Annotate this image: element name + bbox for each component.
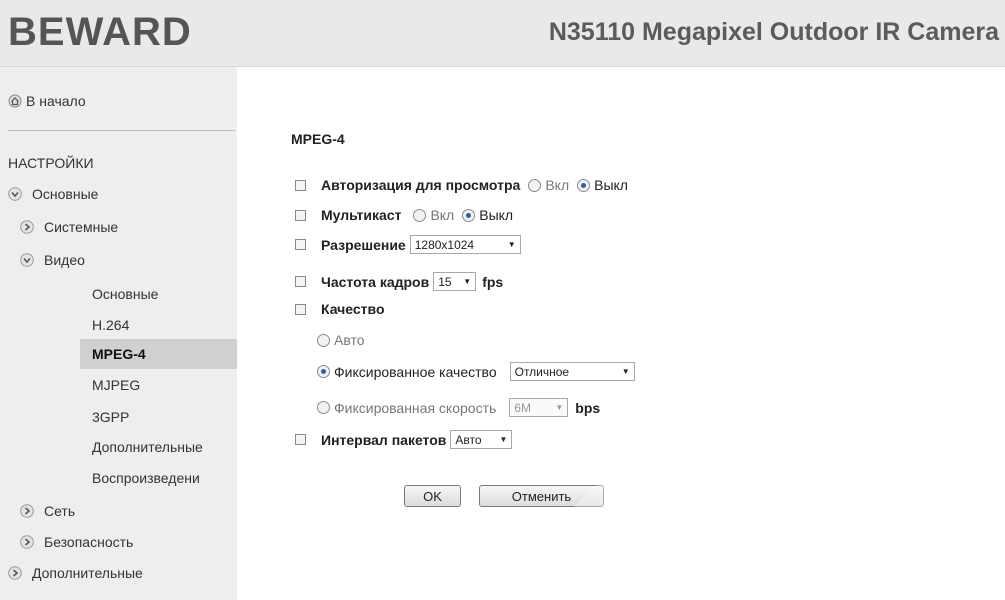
framerate-select[interactable]: 15 ▼ — [433, 272, 477, 291]
chevron-right-icon — [20, 220, 34, 234]
bullet-icon — [295, 179, 306, 191]
bullet-icon — [295, 434, 306, 445]
rate-fixed-label[interactable]: Фиксированная скорость — [334, 400, 496, 416]
resolution-label: Разрешение — [321, 236, 406, 253]
multicast-on-radio[interactable] — [413, 208, 427, 222]
sidebar-subitem-mjpeg[interactable]: MJPEG — [92, 377, 140, 393]
sidebar-item-label: Дополнительные — [32, 565, 143, 581]
quality-fixed-row: Фиксированное качество Отличное ▼ — [317, 362, 635, 381]
resolution-select[interactable]: 1280x1024 ▼ — [409, 235, 521, 254]
framerate-label: Частота кадров — [321, 273, 430, 290]
quality-label: Качество — [321, 301, 385, 317]
sidebar-subitem-mpeg4[interactable]: MPEG-4 — [92, 346, 146, 362]
chevron-down-icon — [8, 187, 22, 201]
framerate-row: Частота кадров 15 ▼ fps — [295, 272, 503, 291]
dropdown-arrow-icon: ▼ — [621, 367, 630, 376]
divider — [8, 130, 235, 131]
auth-off-label[interactable]: Выкл — [594, 177, 628, 193]
sidebar-item-video[interactable]: Видео — [20, 252, 85, 268]
chevron-right-icon — [20, 504, 34, 518]
rate-fixed-unit: bps — [575, 399, 601, 416]
chevron-right-icon — [8, 566, 22, 580]
multicast-off-label[interactable]: Выкл — [479, 207, 513, 223]
auth-label: Авторизация для просмотра — [321, 177, 521, 193]
quality-auto-radio[interactable] — [317, 333, 330, 347]
multicast-on-label[interactable]: Вкл — [430, 207, 454, 223]
chevron-right-icon — [20, 535, 34, 549]
multicast-label: Мультикаст — [321, 207, 402, 223]
settings-section-title: НАСТРОЙКИ — [8, 155, 94, 171]
dropdown-arrow-icon: ▼ — [499, 435, 508, 444]
quality-fixed-radio[interactable] — [317, 365, 330, 378]
ok-button[interactable]: OK — [404, 485, 461, 507]
rate-fixed-radio[interactable] — [317, 401, 330, 414]
quality-fixed-select[interactable]: Отличное ▼ — [509, 362, 635, 381]
auth-row: Авторизация для просмотра Вкл Выкл — [295, 177, 628, 193]
packet-label: Интервал пакетов — [321, 431, 447, 448]
sidebar-subitem-h264[interactable]: H.264 — [92, 317, 129, 333]
sidebar-subitem-basic[interactable]: Основные — [92, 286, 158, 302]
packet-value: Авто — [455, 432, 482, 447]
sidebar-item-basic[interactable]: Основные — [8, 186, 98, 202]
sidebar-item-label: Системные — [44, 219, 119, 235]
sidebar-item-network[interactable]: Сеть — [20, 503, 75, 519]
main-content: MPEG-4 Авторизация для просмотра Вкл Вык… — [238, 67, 1005, 600]
sidebar-item-system[interactable]: Системные — [20, 219, 118, 235]
auth-on-radio[interactable] — [528, 178, 542, 192]
sidebar-item-label: Основные — [32, 186, 99, 202]
sidebar-item-label: Безопасность — [44, 534, 134, 550]
framerate-value: 15 — [438, 274, 452, 289]
bullet-icon — [295, 239, 306, 250]
dropdown-arrow-icon: ▼ — [463, 277, 472, 286]
sidebar-subitem-3gpp[interactable]: 3GPP — [92, 409, 129, 425]
sidebar-subitem-advanced[interactable]: Дополнительные — [92, 439, 203, 455]
section-heading: MPEG-4 — [291, 131, 345, 147]
dropdown-arrow-icon: ▼ — [507, 240, 516, 249]
packet-select[interactable]: Авто ▼ — [450, 430, 513, 449]
bullet-icon — [295, 303, 306, 315]
sidebar: В начало НАСТРОЙКИ Основные Системные Ви… — [0, 67, 237, 600]
quality-fixed-label[interactable]: Фиксированное качество — [334, 364, 497, 380]
resolution-row: Разрешение 1280x1024 ▼ — [295, 235, 521, 254]
header: BEWARD N35110 Megapixel Outdoor IR Camer… — [0, 0, 1005, 67]
home-link[interactable]: В начало — [8, 93, 86, 109]
sidebar-item-security[interactable]: Безопасность — [20, 534, 133, 550]
quality-auto-row: Авто — [317, 332, 365, 348]
rate-fixed-value: 6M — [514, 400, 531, 415]
packet-row: Интервал пакетов Авто ▼ — [295, 430, 513, 449]
framerate-unit: fps — [482, 273, 504, 290]
multicast-off-radio[interactable] — [462, 208, 476, 222]
sidebar-subitem-playback[interactable]: Воспроизведени — [92, 470, 200, 486]
bullet-icon — [295, 209, 306, 221]
chevron-down-icon — [20, 253, 34, 267]
rate-fixed-row: Фиксированная скорость 6M ▼ bps — [317, 398, 600, 417]
dropdown-arrow-icon: ▼ — [555, 403, 564, 412]
sidebar-item-label: Сеть — [44, 503, 76, 519]
auth-off-radio[interactable] — [577, 178, 591, 192]
sidebar-item-label: Видео — [44, 252, 85, 268]
sidebar-item-extra[interactable]: Дополнительные — [8, 565, 143, 581]
home-label: В начало — [26, 93, 86, 109]
auth-on-label[interactable]: Вкл — [545, 177, 569, 193]
page-title: N35110 Megapixel Outdoor IR Camera — [548, 18, 999, 46]
bullet-icon — [295, 276, 306, 287]
cancel-button[interactable]: Отменить — [479, 485, 604, 507]
quality-auto-label[interactable]: Авто — [334, 332, 365, 348]
logo: BEWARD — [8, 10, 192, 54]
quality-fixed-value: Отличное — [514, 364, 570, 379]
home-icon — [8, 94, 22, 108]
multicast-row: Мультикаст Вкл Выкл — [295, 207, 513, 223]
quality-row: Качество — [295, 301, 385, 317]
rate-fixed-select[interactable]: 6M ▼ — [509, 398, 569, 417]
resolution-value: 1280x1024 — [414, 237, 475, 252]
